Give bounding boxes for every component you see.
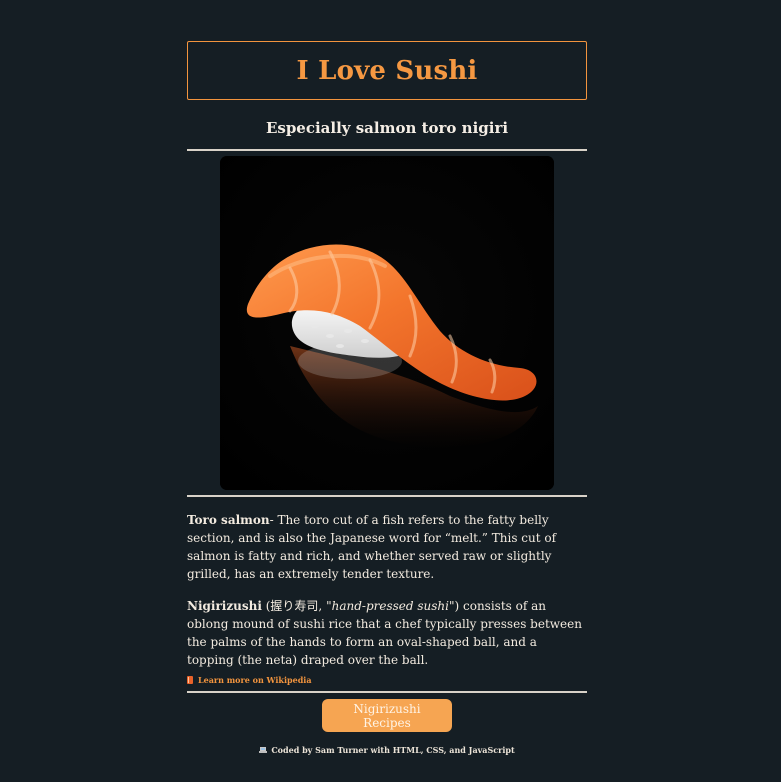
button-row: Nigirizushi Recipes	[187, 699, 587, 732]
page-title: I Love Sushi	[296, 55, 478, 86]
nigiri-term: Nigirizushi	[187, 599, 262, 613]
nigiri-paragraph: Nigirizushi (握り寿司, "hand-pressed sushi")…	[187, 597, 587, 669]
recipes-button[interactable]: Nigirizushi Recipes	[322, 699, 452, 732]
book-icon	[187, 676, 193, 684]
divider	[187, 149, 587, 151]
salmon-toro-nigiri-photo	[220, 156, 554, 490]
nigiri-italic: "hand-pressed sushi"	[326, 599, 455, 613]
divider	[187, 495, 587, 497]
page-container: I Love Sushi Especially salmon toro nigi…	[187, 41, 587, 755]
laptop-icon	[259, 747, 268, 753]
divider	[187, 691, 587, 693]
page-subtitle: Especially salmon toro nigiri	[265, 119, 509, 137]
footer-text: Coded by Sam Turner with HTML, CSS, and …	[271, 745, 515, 755]
footer: Coded by Sam Turner with HTML, CSS, and …	[187, 745, 587, 755]
toro-paragraph: Toro salmon- The toro cut of a fish refe…	[187, 511, 587, 583]
wikipedia-link[interactable]: Learn more on Wikipedia	[187, 675, 587, 685]
wikipedia-link-label: Learn more on Wikipedia	[198, 675, 312, 685]
nigiri-open: (握り寿司,	[261, 599, 327, 613]
title-box: I Love Sushi	[187, 41, 587, 100]
toro-term: Toro salmon	[187, 513, 270, 527]
